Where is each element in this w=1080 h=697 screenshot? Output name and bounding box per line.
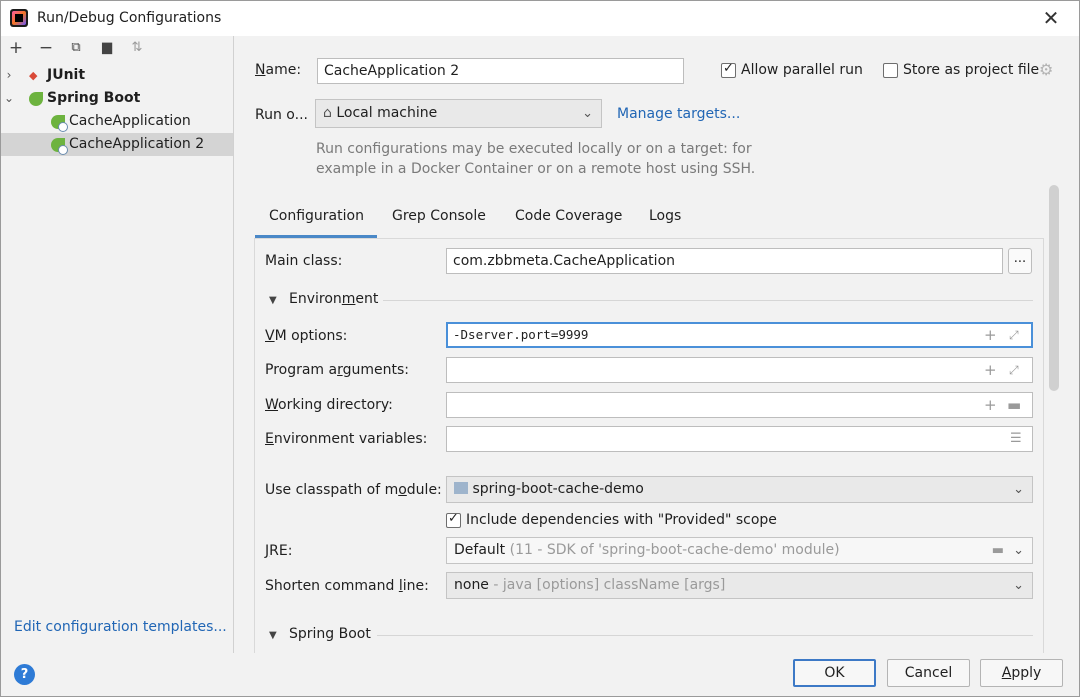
allow-parallel-checkbox[interactable] [721,61,736,78]
dialog-window: Run/Debug Configurations ✕ + − ⧉ ▆ ⇅ › ◆… [0,0,1080,697]
program-arguments-field[interactable] [446,357,1033,383]
section-divider [377,635,1033,636]
cancel-button[interactable]: Cancel [887,659,970,687]
vm-options-field[interactable]: -Dserver.port=9999 [446,322,1033,348]
chevron-down-icon: ⌄ [1013,482,1024,497]
tree-item-label: CacheApplication 2 [69,136,205,152]
tab-configuration[interactable]: Configuration [269,208,364,224]
ok-button[interactable]: OK [793,659,876,687]
program-arguments-label: Program arguments: [265,362,410,378]
chevron-down-icon: ⌄ [1013,578,1024,593]
classpath-module-label: Use classpath of module: [265,482,442,498]
chevron-down-icon[interactable]: ⌄ [3,87,15,110]
tab-logs[interactable]: Logs [649,208,681,224]
module-icon [454,482,468,494]
tab-code-coverage[interactable]: Code Coverage [515,208,622,224]
environment-variables-field[interactable] [446,426,1033,452]
collapse-triangle-icon[interactable]: ▼ [269,630,277,641]
junit-icon: ◆ [29,69,38,82]
tree-item-cacheapplication-2[interactable]: CacheApplication 2 [1,133,233,156]
environment-variables-label: Environment variables: [265,431,428,447]
sort-icon[interactable]: ⇅ [127,38,147,58]
add-icon[interactable]: + [6,38,26,58]
jre-hint: (11 - SDK of 'spring-boot-cache-demo' mo… [509,542,840,558]
tree-item-label: JUnit [47,67,86,83]
tree-item-label: CacheApplication [69,113,191,129]
configurations-tree-pane: + − ⧉ ▆ ⇅ › ◆ JUnit ⌄ Spring Boot CacheA… [1,36,234,653]
tab-grep-console[interactable]: Grep Console [392,208,486,224]
classpath-module-value: spring-boot-cache-demo [472,481,644,497]
shorten-command-line-label: Shorten command line: [265,578,429,594]
tree-item-cacheapplication[interactable]: CacheApplication [1,110,233,133]
shorten-hint: - java [options] className [args] [493,577,726,593]
tree-item-spring-boot[interactable]: ⌄ Spring Boot [1,87,233,110]
title-bar: Run/Debug Configurations ✕ [1,1,1079,36]
spring-boot-icon [29,92,43,106]
collapse-triangle-icon[interactable]: ▼ [269,295,277,306]
allow-parallel-label[interactable]: Allow parallel run [741,62,863,78]
name-field[interactable]: CacheApplication 2 [317,58,684,84]
tree-item-junit[interactable]: › ◆ JUnit [1,64,233,87]
name-label: Name: [255,62,302,78]
include-deps-checkbox[interactable] [446,511,461,528]
spring-boot-section-title[interactable]: Spring Boot [289,626,371,642]
jre-value: Default [454,542,506,558]
window-title: Run/Debug Configurations [37,10,222,26]
expand-icon[interactable]: ⤢ [1009,360,1019,380]
apply-button[interactable]: Apply [980,659,1063,687]
environment-section-title[interactable]: Environment [289,291,378,307]
include-deps-label[interactable]: Include dependencies with "Provided" sco… [466,512,777,528]
browse-main-class-button[interactable]: ... [1008,248,1032,274]
folder-icon[interactable]: ▬ [992,538,1004,563]
remove-icon[interactable]: − [36,38,56,58]
folder-icon[interactable]: ▬ [1007,395,1021,415]
chevron-down-icon: ⌄ [582,106,593,121]
spring-boot-app-icon [51,138,68,155]
store-project-label[interactable]: Store as project file [903,62,1039,78]
tree-item-label: Spring Boot [47,90,141,106]
configuration-editor: Name: CacheApplication 2 Allow parallel … [235,36,1079,653]
vm-options-label: VM options: [265,328,348,344]
working-directory-label: Working directory: [265,397,393,413]
main-class-field[interactable]: com.zbbmeta.CacheApplication [446,248,1003,274]
scrollbar[interactable] [1049,185,1059,391]
main-class-label: Main class: [265,253,343,269]
home-icon: ⌂ [323,105,332,121]
chevron-right-icon[interactable]: › [3,64,15,87]
run-on-value: Local machine [336,105,438,121]
run-on-hint-line-1: Run configurations may be executed local… [316,141,752,157]
plus-icon[interactable]: + [984,325,997,345]
list-icon[interactable]: ☰ [1010,429,1022,449]
plus-icon[interactable]: + [984,360,997,380]
manage-targets-link[interactable]: Manage targets... [617,106,740,122]
jre-label: JRE: [265,543,293,559]
gear-icon[interactable]: ⚙ [1039,60,1053,79]
expand-icon[interactable]: ⤢ [1009,325,1019,345]
shorten-command-line-select[interactable]: none - java [options] className [args] ⌄ [446,572,1033,599]
intellij-icon [10,9,28,27]
plus-icon[interactable]: + [984,395,997,415]
jre-select[interactable]: Default (11 - SDK of 'spring-boot-cache-… [446,537,1033,564]
shorten-value: none [454,577,489,593]
run-on-select[interactable]: ⌂ Local machine ⌄ [315,99,602,128]
working-directory-field[interactable] [446,392,1033,418]
folder-icon[interactable]: ▆ [97,38,117,58]
chevron-down-icon: ⌄ [1013,543,1024,558]
copy-icon[interactable]: ⧉ [66,38,86,58]
section-divider [383,300,1033,301]
classpath-module-select[interactable]: spring-boot-cache-demo ⌄ [446,476,1033,503]
store-project-checkbox[interactable] [883,63,898,78]
help-icon[interactable]: ? [14,664,35,685]
configuration-panel: Main class: com.zbbmeta.CacheApplication… [254,238,1044,653]
edit-templates-link[interactable]: Edit configuration templates... [14,619,227,635]
close-icon[interactable]: ✕ [1039,6,1063,30]
spring-boot-app-icon [51,115,68,132]
run-on-hint-line-2: example in a Docker Container or on a re… [316,161,756,177]
run-on-label: Run o... [255,107,308,123]
